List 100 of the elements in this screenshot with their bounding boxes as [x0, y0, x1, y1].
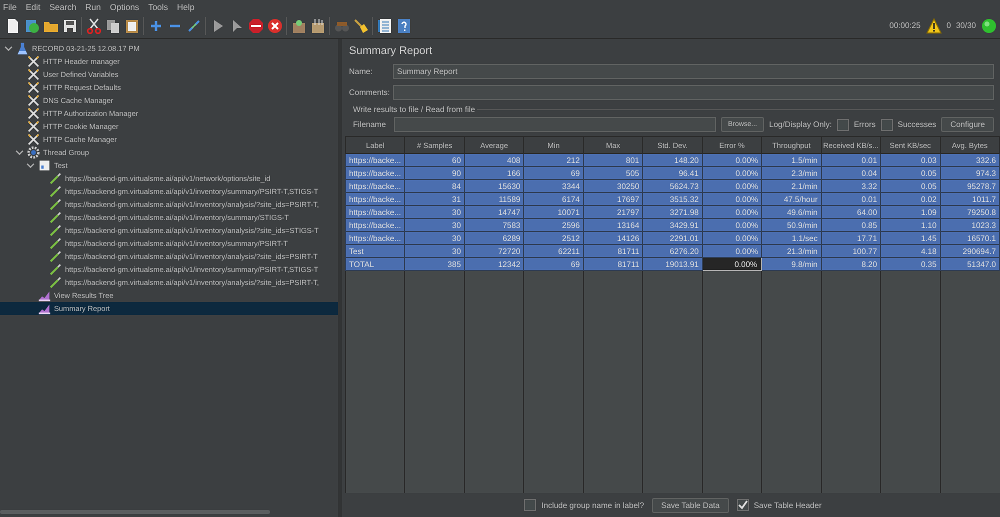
table-cell: 95278.7 — [940, 180, 1000, 192]
table-cell: 0.35 — [880, 258, 940, 270]
table-cell: 0.00% — [702, 218, 762, 232]
table-cell: 0.00% — [702, 258, 762, 270]
group-title: Write results to file / Read from file — [353, 105, 476, 114]
checkbox[interactable] — [524, 499, 536, 511]
clipboard-icon[interactable] — [124, 18, 140, 34]
stop-sign-icon[interactable] — [248, 18, 264, 34]
name-field[interactable]: Summary Report — [393, 64, 994, 79]
table-cell: 2512 — [524, 232, 584, 244]
pipette-icon — [49, 185, 62, 198]
table-cell: 0.00% — [702, 206, 762, 218]
table-cell: 14126 — [583, 232, 643, 244]
table-cell: 17697 — [583, 192, 643, 206]
table-cell: 505 — [583, 166, 643, 180]
broom-icon[interactable] — [352, 18, 368, 34]
table-cell: 30 — [404, 218, 464, 232]
menu-item[interactable]: File — [3, 2, 17, 12]
table-cell: 148.20 — [642, 154, 702, 166]
table-cell: 0.00% — [702, 192, 762, 206]
table-cell: https://backe... — [346, 166, 405, 180]
table-cell: 212 — [524, 154, 584, 166]
checkbox[interactable] — [736, 499, 749, 511]
field-label: Comments: — [348, 88, 391, 97]
pipette-icon — [49, 250, 62, 263]
table-cell: 21.3/min — [762, 244, 822, 258]
table-cell: 81711 — [583, 258, 643, 270]
table-cell: 9.8/min — [762, 258, 822, 270]
list-icon[interactable] — [376, 18, 392, 34]
table-cell: 79250.8 — [940, 206, 1000, 218]
table-cell: https://backe... — [346, 180, 405, 192]
table-cell: 1.1/sec — [762, 232, 822, 244]
table-cell: https://backe... — [346, 232, 405, 244]
chart-icon — [38, 302, 51, 315]
table-cell: 6276.20 — [642, 244, 702, 258]
checkbox[interactable] — [836, 118, 849, 130]
document-icon — [38, 159, 51, 172]
panel-title: Summary Report — [349, 45, 434, 57]
crossed-tools-icon — [27, 107, 40, 120]
table-cell: 3344 — [524, 180, 584, 192]
chevron-down-icon[interactable] — [4, 44, 13, 53]
menu-item[interactable]: Options — [110, 2, 140, 12]
menu-item[interactable]: Run — [85, 2, 101, 12]
table-cell: https://backe... — [346, 218, 405, 232]
checkbox-label: Include group name in label? — [541, 500, 644, 510]
table-cell: 0.04 — [821, 166, 881, 180]
table-cell: 100.77 — [821, 244, 881, 258]
table-cell: 0.01 — [821, 154, 881, 166]
thread-count: 30/30 — [956, 21, 976, 30]
table-cell: 30 — [404, 244, 464, 258]
table-cell: 3271.98 — [642, 206, 702, 218]
table-cell: 3429.91 — [642, 218, 702, 232]
warning-icon[interactable] — [926, 18, 942, 34]
table-cell: 0.05 — [880, 180, 940, 192]
help-icon[interactable] — [396, 18, 412, 34]
table-cell: 8.20 — [821, 258, 881, 270]
table-cell: 31 — [404, 192, 464, 206]
table-cell: 64.00 — [821, 206, 881, 218]
close-circle-icon[interactable] — [266, 18, 282, 34]
pipette-icon — [49, 172, 62, 185]
menu-item[interactable]: Edit — [26, 2, 40, 12]
table-cell: 12342 — [464, 258, 524, 270]
flask-icon — [16, 42, 29, 55]
table-cell: https://backe... — [346, 154, 405, 166]
table-cell: 90 — [404, 166, 464, 180]
comments-field[interactable] — [393, 85, 994, 100]
table-cell: 49.6/min — [762, 206, 822, 218]
pipette-icon — [49, 224, 62, 237]
filename-field[interactable] — [394, 117, 716, 132]
scissors-icon[interactable] — [86, 18, 102, 34]
table-cell: 1.10 — [880, 218, 940, 232]
field-label: Filename — [352, 120, 387, 129]
copy-icon[interactable] — [104, 18, 120, 34]
chevron-down-icon[interactable] — [15, 148, 24, 157]
toggle-icon[interactable] — [186, 18, 202, 34]
table-cell: 1023.3 — [940, 218, 1000, 232]
crossed-tools-icon — [27, 120, 40, 133]
table-cell: 30 — [404, 232, 464, 244]
configure-button[interactable]: Configure — [941, 117, 994, 132]
menu-item[interactable]: Search — [49, 2, 76, 12]
table-cell: 47.5/hour — [762, 192, 822, 206]
table-cell: 0.02 — [880, 192, 940, 206]
table-cell: 0.85 — [821, 218, 881, 232]
menu-item[interactable]: Help — [177, 2, 195, 12]
table-cell: 10071 — [524, 206, 584, 218]
save-table-data-button[interactable]: Save Table Data — [652, 498, 729, 512]
checkbox-label: Save Table Header — [754, 500, 822, 510]
table-cell: 5624.73 — [642, 180, 702, 192]
table-cell: 19013.91 — [642, 258, 702, 270]
table-cell: 1.45 — [880, 232, 940, 244]
menu-item[interactable]: Tools — [148, 2, 168, 12]
table-cell: 30 — [404, 206, 464, 218]
chevron-down-icon[interactable] — [26, 161, 35, 170]
table-cell: 13164 — [583, 218, 643, 232]
table-cell: 2596 — [524, 218, 584, 232]
pipette-icon — [49, 276, 62, 289]
crossed-tools-icon — [27, 81, 40, 94]
checkbox[interactable] — [880, 118, 893, 130]
table-cell: 62211 — [524, 244, 584, 258]
elapsed-time: 00:00:25 — [889, 21, 921, 30]
